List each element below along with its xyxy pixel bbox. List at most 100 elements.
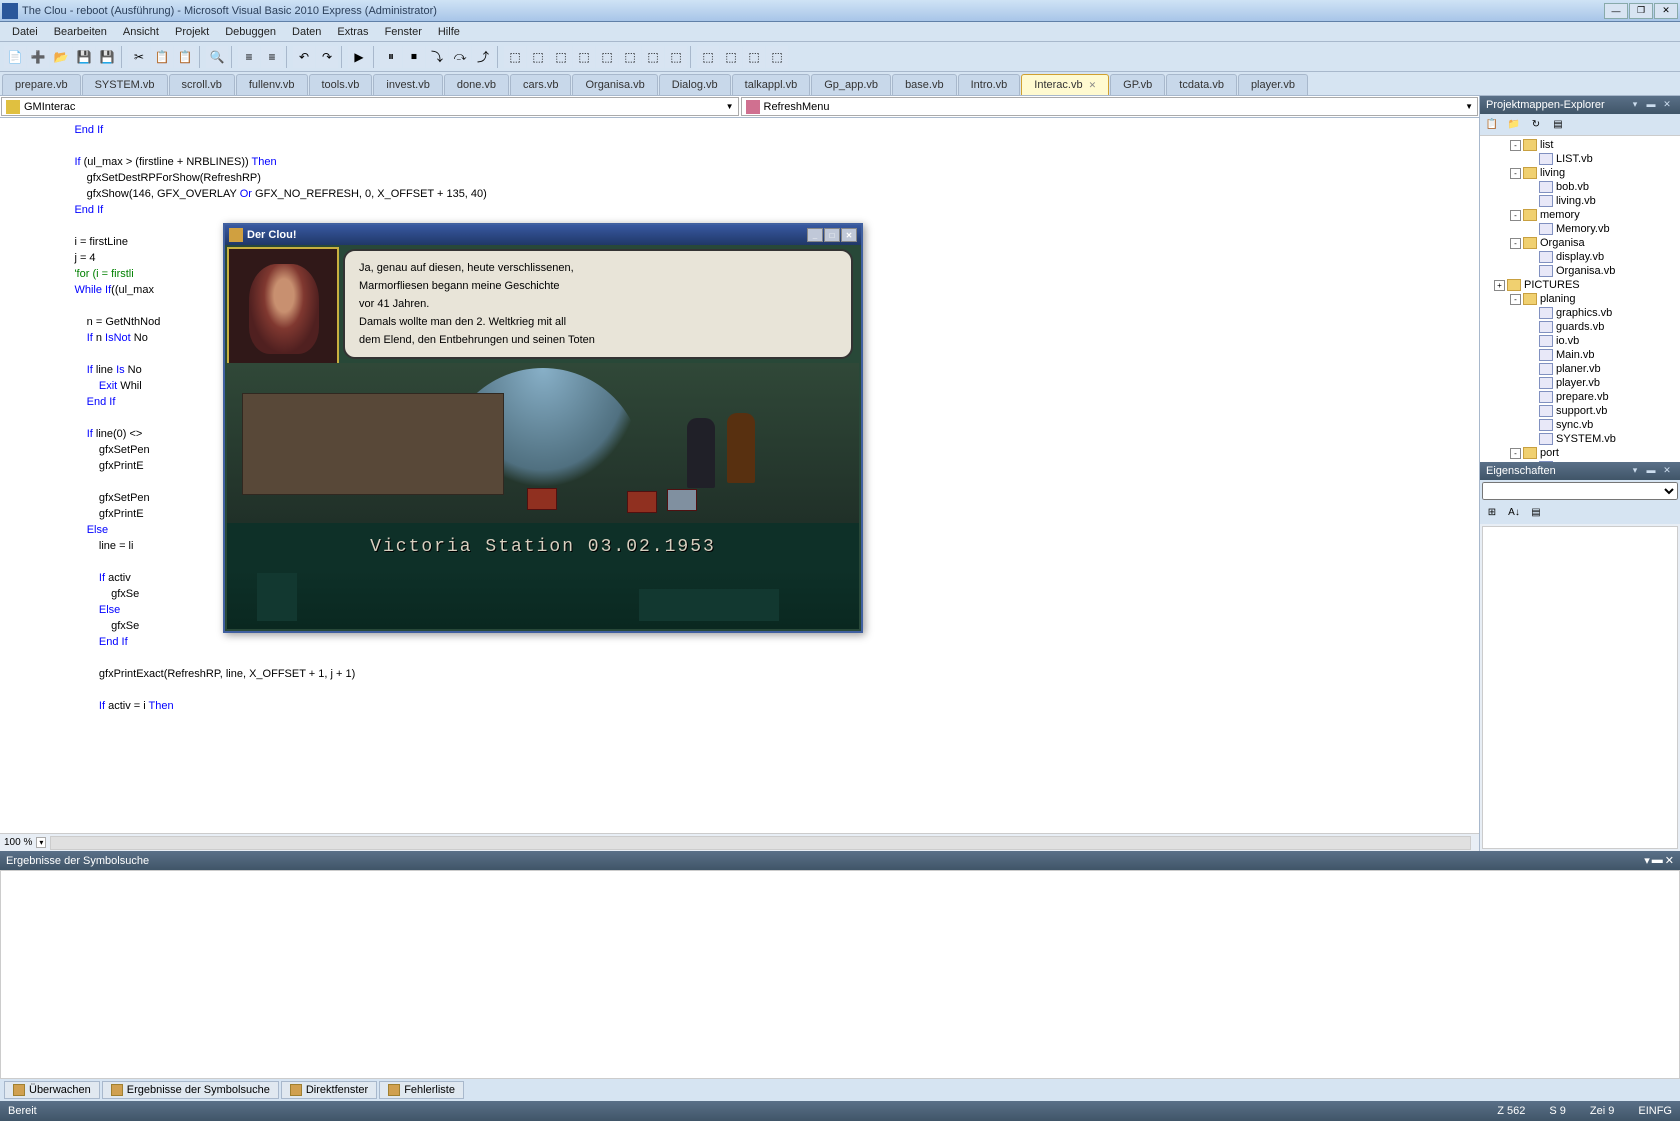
properties-button[interactable]: 📋 bbox=[1482, 116, 1502, 134]
panel-pin-button[interactable]: ▬ bbox=[1644, 99, 1658, 111]
panel-dropdown-button[interactable]: ▾ bbox=[1628, 465, 1642, 477]
find-button[interactable]: 🔍 bbox=[206, 46, 228, 68]
zoom-dropdown[interactable]: ▾ bbox=[36, 837, 46, 848]
expand-icon[interactable]: - bbox=[1510, 210, 1521, 221]
step-over-button[interactable]: ⤼ bbox=[449, 46, 471, 68]
categorized-button[interactable]: ⊞ bbox=[1482, 504, 1502, 522]
tab-player-vb[interactable]: player.vb bbox=[1238, 74, 1308, 95]
menu-ansicht[interactable]: Ansicht bbox=[115, 24, 167, 40]
class-combo[interactable]: GMInterac ▼ bbox=[1, 97, 739, 116]
add-item-button[interactable]: ➕ bbox=[27, 46, 49, 68]
tool-button[interactable]: ⬚ bbox=[504, 46, 526, 68]
tool-button[interactable]: ⬚ bbox=[596, 46, 618, 68]
tool-button[interactable]: ⬚ bbox=[527, 46, 549, 68]
menu-debuggen[interactable]: Debuggen bbox=[217, 24, 284, 40]
save-button[interactable]: 💾 bbox=[73, 46, 95, 68]
maximize-button[interactable]: ❐ bbox=[1629, 3, 1653, 19]
tab-intro-vb[interactable]: Intro.vb bbox=[958, 74, 1021, 95]
panel-pin-button[interactable]: ▬ bbox=[1644, 465, 1658, 477]
properties-object-combo[interactable] bbox=[1482, 482, 1678, 500]
properties-grid[interactable] bbox=[1482, 526, 1678, 850]
tree-item-list-vb[interactable]: LIST.vb bbox=[1482, 152, 1678, 166]
tool-button[interactable]: ⬚ bbox=[573, 46, 595, 68]
tab-tools-vb[interactable]: tools.vb bbox=[309, 74, 373, 95]
game-maximize-button[interactable]: □ bbox=[824, 228, 840, 242]
tree-item-bob-vb[interactable]: bob.vb bbox=[1482, 180, 1678, 194]
show-all-button[interactable]: 📁 bbox=[1504, 116, 1524, 134]
game-minimize-button[interactable]: _ bbox=[807, 228, 823, 242]
menu-projekt[interactable]: Projekt bbox=[167, 24, 217, 40]
tab-system-vb[interactable]: SYSTEM.vb bbox=[82, 74, 168, 95]
tool-button[interactable]: ⬚ bbox=[665, 46, 687, 68]
tree-item-living[interactable]: -living bbox=[1482, 166, 1678, 180]
tab-talkappl-vb[interactable]: talkappl.vb bbox=[732, 74, 811, 95]
copy-button[interactable]: 📋 bbox=[151, 46, 173, 68]
tab-tcdata-vb[interactable]: tcdata.vb bbox=[1166, 74, 1237, 95]
tree-item-system-vb[interactable]: SYSTEM.vb bbox=[1482, 432, 1678, 446]
tab-cars-vb[interactable]: cars.vb bbox=[510, 74, 571, 95]
tree-item-io-vb[interactable]: io.vb bbox=[1482, 334, 1678, 348]
game-window[interactable]: Der Clou! _ □ ✕ Ja, genau auf diesen, he… bbox=[223, 223, 863, 633]
panel-dropdown-button[interactable]: ▾ bbox=[1628, 99, 1642, 111]
game-titlebar[interactable]: Der Clou! _ □ ✕ bbox=[225, 225, 861, 245]
tree-item-support-vb[interactable]: support.vb bbox=[1482, 404, 1678, 418]
expand-icon[interactable]: - bbox=[1510, 168, 1521, 179]
tree-item-main-vb[interactable]: Main.vb bbox=[1482, 348, 1678, 362]
undo-button[interactable]: ↶ bbox=[293, 46, 315, 68]
tree-item-organisa[interactable]: -Organisa bbox=[1482, 236, 1678, 250]
bottom-tab-überwachen[interactable]: Überwachen bbox=[4, 1081, 100, 1099]
panel-close-button[interactable]: ✕ bbox=[1660, 465, 1674, 477]
tab-done-vb[interactable]: done.vb bbox=[444, 74, 509, 95]
tree-item-graphics-vb[interactable]: graphics.vb bbox=[1482, 306, 1678, 320]
menu-datei[interactable]: Datei bbox=[4, 24, 46, 40]
tab-gp-vb[interactable]: GP.vb bbox=[1110, 74, 1165, 95]
expand-icon[interactable]: - bbox=[1510, 294, 1521, 305]
tab-fullenv-vb[interactable]: fullenv.vb bbox=[236, 74, 308, 95]
save-all-button[interactable]: 💾 bbox=[96, 46, 118, 68]
tree-item-port[interactable]: -port bbox=[1482, 446, 1678, 460]
tab-base-vb[interactable]: base.vb bbox=[892, 74, 957, 95]
menu-daten[interactable]: Daten bbox=[284, 24, 329, 40]
tree-item-prepare-vb[interactable]: prepare.vb bbox=[1482, 390, 1678, 404]
view-code-button[interactable]: ▤ bbox=[1548, 116, 1568, 134]
cut-button[interactable]: ✂ bbox=[128, 46, 150, 68]
tree-item-player-vb[interactable]: player.vb bbox=[1482, 376, 1678, 390]
tool-button[interactable]: ⬚ bbox=[766, 46, 788, 68]
tab-interac-vb[interactable]: Interac.vb✕ bbox=[1021, 74, 1109, 95]
symbol-results-content[interactable] bbox=[0, 870, 1680, 1079]
game-viewport[interactable]: Ja, genau auf diesen, heute verschlissen… bbox=[225, 245, 861, 631]
tool-button[interactable]: ⬚ bbox=[642, 46, 664, 68]
tree-item-list[interactable]: -list bbox=[1482, 138, 1678, 152]
alphabetical-button[interactable]: A↓ bbox=[1504, 504, 1524, 522]
expand-icon[interactable]: - bbox=[1510, 140, 1521, 151]
expand-icon[interactable]: - bbox=[1510, 238, 1521, 249]
tab-invest-vb[interactable]: invest.vb bbox=[373, 74, 442, 95]
menu-bearbeiten[interactable]: Bearbeiten bbox=[46, 24, 115, 40]
expand-icon[interactable]: + bbox=[1494, 280, 1505, 291]
menu-hilfe[interactable]: Hilfe bbox=[430, 24, 468, 40]
break-button[interactable]: ⏸ bbox=[380, 46, 402, 68]
panel-dropdown-button[interactable]: ▾ bbox=[1644, 854, 1650, 867]
tree-item-guards-vb[interactable]: guards.vb bbox=[1482, 320, 1678, 334]
new-project-button[interactable]: 📄 bbox=[4, 46, 26, 68]
tab-scroll-vb[interactable]: scroll.vb bbox=[169, 74, 235, 95]
step-out-button[interactable]: ⤴ bbox=[472, 46, 494, 68]
tab-organisa-vb[interactable]: Organisa.vb bbox=[572, 74, 657, 95]
bottom-tab-fehlerliste[interactable]: Fehlerliste bbox=[379, 1081, 464, 1099]
tree-item-planer-vb[interactable]: planer.vb bbox=[1482, 362, 1678, 376]
menu-extras[interactable]: Extras bbox=[329, 24, 376, 40]
paste-button[interactable]: 📋 bbox=[174, 46, 196, 68]
tab-close-icon[interactable]: ✕ bbox=[1089, 80, 1097, 90]
expand-icon[interactable]: - bbox=[1510, 448, 1521, 459]
tab-dialog-vb[interactable]: Dialog.vb bbox=[659, 74, 731, 95]
menu-fenster[interactable]: Fenster bbox=[377, 24, 430, 40]
tool-button[interactable]: ⬚ bbox=[743, 46, 765, 68]
tree-item-organisa-vb[interactable]: Organisa.vb bbox=[1482, 264, 1678, 278]
panel-close-button[interactable]: ✕ bbox=[1665, 854, 1674, 867]
horizontal-scrollbar[interactable] bbox=[50, 836, 1471, 850]
method-combo[interactable]: RefreshMenu ▼ bbox=[741, 97, 1479, 116]
redo-button[interactable]: ↷ bbox=[316, 46, 338, 68]
panel-close-button[interactable]: ✕ bbox=[1660, 99, 1674, 111]
step-into-button[interactable]: ⤵ bbox=[426, 46, 448, 68]
tab-prepare-vb[interactable]: prepare.vb bbox=[2, 74, 81, 95]
